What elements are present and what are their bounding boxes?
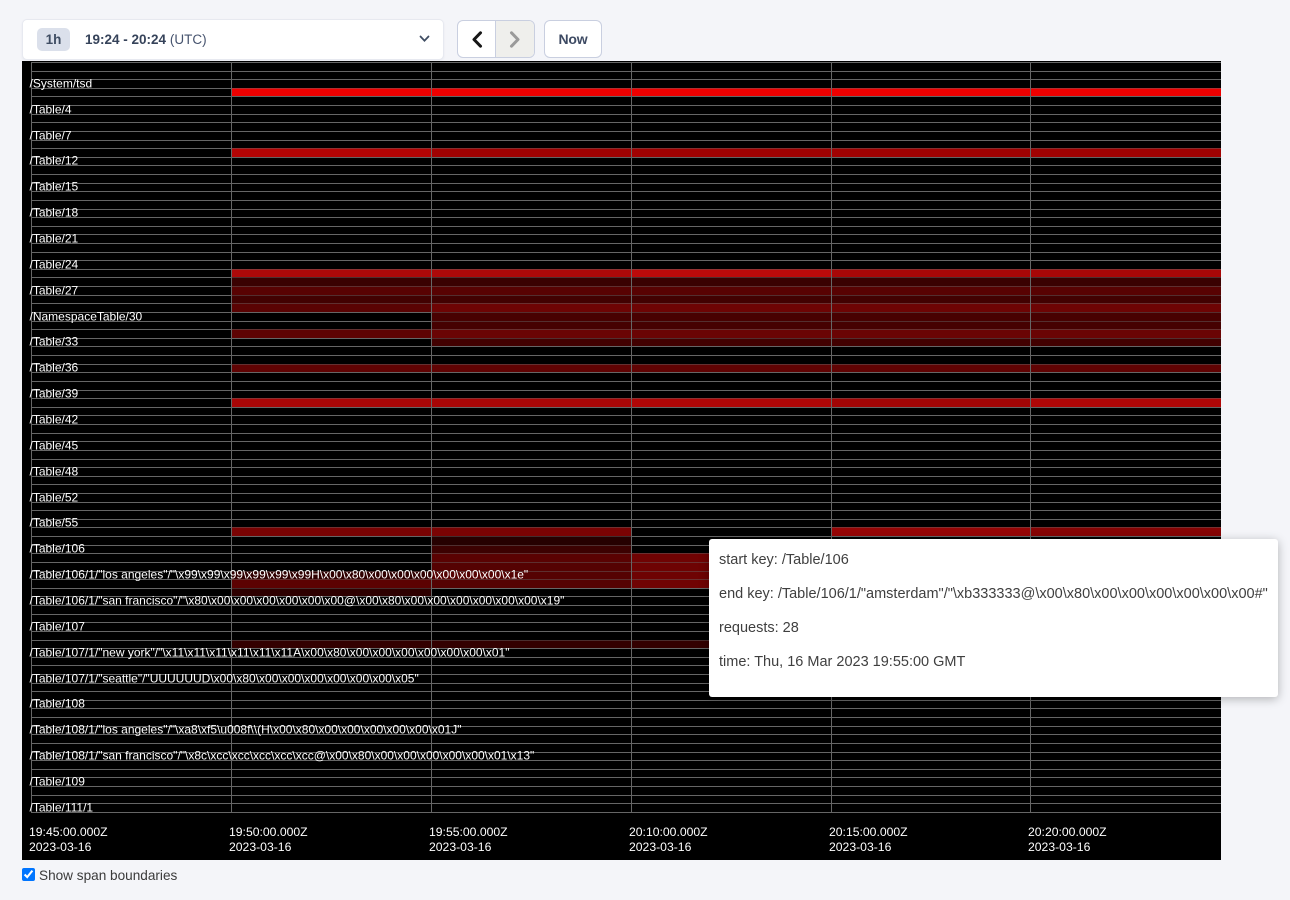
svg-text:/Table/15: /Table/15: [30, 180, 79, 194]
svg-text:/Table/39: /Table/39: [30, 387, 79, 401]
svg-text:/Table/7: /Table/7: [30, 129, 72, 143]
svg-text:/Table/106/1/"san francisco"/": /Table/106/1/"san francisco"/"\x80\x00\x…: [30, 594, 565, 608]
svg-text:/Table/45: /Table/45: [30, 439, 79, 453]
svg-text:/Table/36: /Table/36: [30, 361, 79, 375]
svg-text:/Table/107: /Table/107: [30, 620, 86, 634]
svg-text:/Table/24: /Table/24: [30, 258, 79, 272]
svg-text:/Table/42: /Table/42: [30, 413, 79, 427]
svg-text:2023-03-16: 2023-03-16: [29, 840, 92, 854]
svg-text:/NamespaceTable/30: /NamespaceTable/30: [30, 310, 143, 324]
svg-text:/Table/27: /Table/27: [30, 284, 79, 298]
svg-text:2023-03-16: 2023-03-16: [829, 840, 892, 854]
svg-text:/Table/12: /Table/12: [30, 154, 79, 168]
svg-text:20:20:00.000Z: 20:20:00.000Z: [1028, 825, 1107, 839]
svg-text:/Table/55: /Table/55: [30, 516, 79, 530]
svg-text:20:10:00.000Z: 20:10:00.000Z: [629, 825, 708, 839]
svg-text:/Table/21: /Table/21: [30, 232, 79, 246]
svg-text:/Table/52: /Table/52: [30, 491, 79, 505]
svg-text:2023-03-16: 2023-03-16: [1028, 840, 1091, 854]
svg-text:2023-03-16: 2023-03-16: [629, 840, 692, 854]
svg-text:/Table/4: /Table/4: [30, 103, 72, 117]
svg-text:/Table/106: /Table/106: [30, 542, 86, 556]
svg-text:2023-03-16: 2023-03-16: [229, 840, 292, 854]
svg-text:/Table/108/1/"san francisco"/": /Table/108/1/"san francisco"/"\x8c\xcc\x…: [30, 749, 535, 763]
svg-text:19:45:00.000Z: 19:45:00.000Z: [29, 825, 108, 839]
svg-text:/Table/106/1/"los angeles"/"\x: /Table/106/1/"los angeles"/"\x99\x99\x99…: [30, 568, 529, 582]
svg-text:/Table/107/1/"seattle"/"UUUUUU: /Table/107/1/"seattle"/"UUUUUUD\x00\x80\…: [30, 672, 419, 686]
svg-text:/System/tsd: /System/tsd: [30, 77, 93, 91]
svg-text:/Table/107/1/"new york"/"\x11\: /Table/107/1/"new york"/"\x11\x11\x11\x1…: [30, 646, 510, 660]
svg-text:/Table/108/1/"los angeles"/"\x: /Table/108/1/"los angeles"/"\xa8\xf5\u00…: [30, 723, 462, 737]
svg-text:/Table/111/1: /Table/111/1: [30, 801, 94, 815]
svg-text:/Table/108: /Table/108: [30, 697, 86, 711]
svg-text:19:50:00.000Z: 19:50:00.000Z: [229, 825, 308, 839]
svg-text:/Table/109: /Table/109: [30, 775, 86, 789]
svg-text:/Table/33: /Table/33: [30, 335, 79, 349]
svg-text:19:55:00.000Z: 19:55:00.000Z: [429, 825, 508, 839]
svg-text:20:15:00.000Z: 20:15:00.000Z: [829, 825, 908, 839]
svg-text:/Table/18: /Table/18: [30, 206, 79, 220]
svg-text:/Table/48: /Table/48: [30, 465, 79, 479]
svg-text:2023-03-16: 2023-03-16: [429, 840, 492, 854]
